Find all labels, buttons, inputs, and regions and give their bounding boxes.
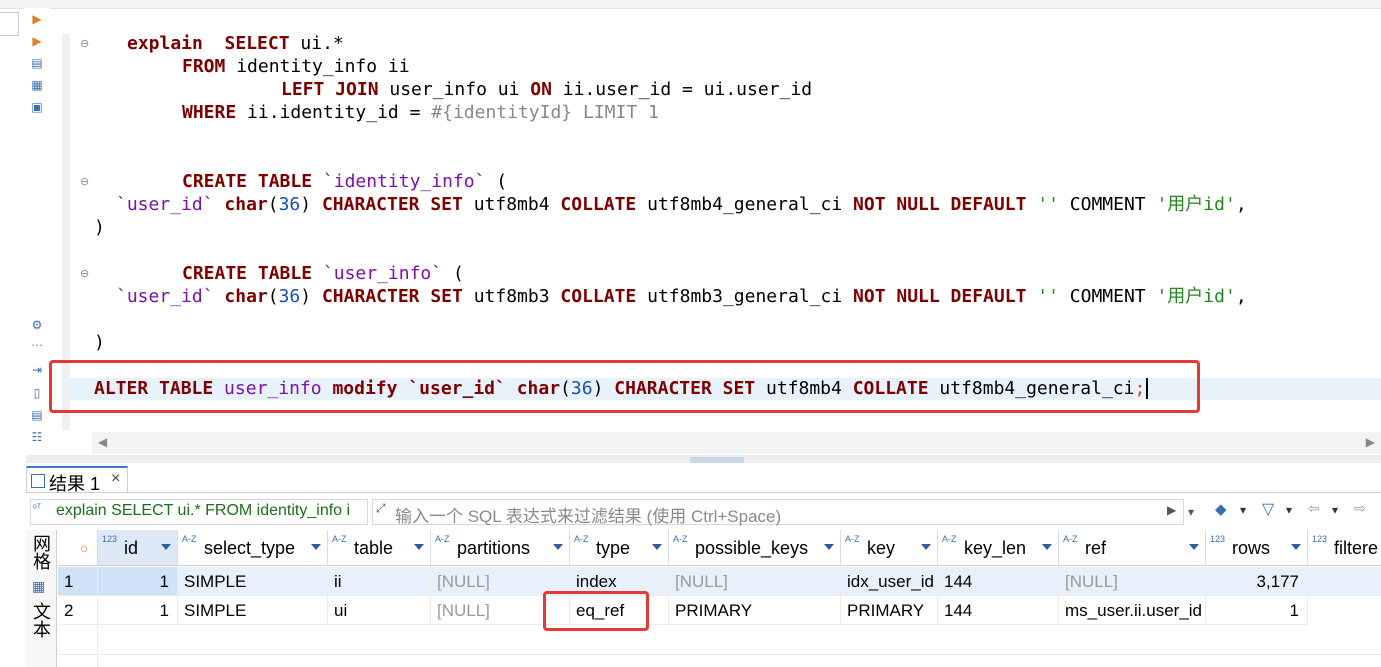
column-header-table[interactable]: A-Z table bbox=[328, 530, 431, 566]
column-header-possible-keys[interactable]: A-Z possible_keys bbox=[669, 530, 841, 566]
cell-id[interactable]: 1 bbox=[98, 567, 178, 596]
scroll-right-icon[interactable]: ▶ bbox=[1366, 435, 1375, 449]
code-line-1: explain SELECT ui.* bbox=[127, 33, 344, 54]
close-icon[interactable]: × bbox=[111, 470, 120, 488]
eraser-icon[interactable]: ◆ bbox=[1215, 500, 1227, 518]
code-line-9: `user_id` char(36) CHARACTER SET utf8mb3… bbox=[116, 286, 1247, 307]
eraser-menu-icon[interactable]: ▾ bbox=[1240, 503, 1246, 517]
cell-rows[interactable]: 1 bbox=[1206, 596, 1308, 625]
filter-dropdown-icon[interactable]: ▾ bbox=[1188, 505, 1194, 519]
back-menu-icon[interactable]: ▾ bbox=[1332, 503, 1338, 517]
cell-rows[interactable]: 3,177 bbox=[1206, 567, 1308, 596]
explain-icon[interactable]: ▦ bbox=[30, 78, 44, 92]
cell-ref[interactable]: [NULL] bbox=[1059, 567, 1206, 596]
cell-table[interactable]: ui bbox=[328, 596, 431, 625]
column-header-type[interactable]: A-Z type bbox=[570, 530, 669, 566]
layout-icon[interactable]: ☷ bbox=[30, 430, 44, 444]
editor-side-toolbar: ▶ ▶ ▤ ▦ ▣ ⚙ ⋯ ⇥ ▯ ▤ ☷ bbox=[24, 8, 50, 453]
code-line-8: CREATE TABLE `user_info` ( bbox=[182, 263, 464, 284]
column-header-select-type[interactable]: A-Z select_type bbox=[178, 530, 328, 566]
empty-row bbox=[58, 625, 1381, 655]
code-line-2: FROM identity_info ii bbox=[182, 56, 410, 77]
script-icon[interactable]: ▤ bbox=[30, 56, 44, 70]
sort-icon[interactable] bbox=[311, 544, 321, 550]
column-header-partitions[interactable]: A-Z partitions bbox=[431, 530, 570, 566]
fold-icon[interactable]: ⊖ bbox=[80, 38, 92, 50]
forward-icon[interactable]: ⇨ bbox=[1354, 500, 1366, 517]
console-icon[interactable]: ▣ bbox=[30, 100, 44, 114]
editor-horizontal-scrollbar[interactable]: ◀ ▶ bbox=[92, 432, 1381, 454]
sql-icon: ᵒᵀ bbox=[33, 503, 42, 514]
filter-icon[interactable]: ▽ bbox=[1262, 499, 1274, 519]
history-icon[interactable]: ▶ bbox=[1167, 503, 1176, 517]
sort-icon[interactable] bbox=[414, 544, 424, 550]
sort-icon[interactable] bbox=[824, 544, 834, 550]
column-header-key-len[interactable]: A-Z key_len bbox=[938, 530, 1059, 566]
scroll-left-icon[interactable]: ◀ bbox=[98, 435, 107, 449]
annotation-highlight-eq-ref bbox=[543, 591, 649, 631]
tab-text[interactable]: 文本 bbox=[31, 602, 51, 638]
view-mode-tabs: 网格 ▦ 文本 bbox=[26, 530, 57, 667]
annotation-highlight-alter bbox=[49, 360, 1200, 413]
row-number-divider bbox=[97, 567, 98, 667]
run-icon[interactable]: ▶ bbox=[30, 12, 44, 26]
sort-icon[interactable] bbox=[161, 544, 171, 550]
query-text-box[interactable]: ᵒᵀ explain SELECT ui.* FROM identity_inf… bbox=[30, 499, 368, 525]
sort-icon[interactable] bbox=[1189, 544, 1199, 550]
export-icon[interactable]: ⇥ bbox=[30, 363, 44, 377]
filter-placeholder: 输入一个 SQL 表达式来过滤结果 (使用 Ctrl+Space) bbox=[395, 507, 782, 526]
back-icon[interactable]: ⇦ bbox=[1308, 500, 1320, 517]
row-number-header: ○ bbox=[58, 530, 98, 566]
code-line-7: ) bbox=[94, 217, 105, 238]
settings-icon[interactable]: ⚙ bbox=[30, 318, 44, 332]
cell-id[interactable]: 1 bbox=[98, 596, 178, 625]
top-left-field[interactable] bbox=[0, 12, 19, 36]
sort-icon[interactable] bbox=[553, 544, 563, 550]
filter-input[interactable]: ⤢ 输入一个 SQL 表达式来过滤结果 (使用 Ctrl+Space) ▶ bbox=[372, 499, 1184, 526]
cell-key-len[interactable]: 144 bbox=[938, 596, 1059, 625]
cell-key-len[interactable]: 144 bbox=[938, 567, 1059, 596]
fold-icon[interactable]: ⊖ bbox=[80, 176, 92, 188]
column-header-id[interactable]: 123 id bbox=[98, 530, 178, 566]
cell-key[interactable]: idx_user_id bbox=[841, 567, 938, 596]
code-line-10: ) bbox=[94, 332, 105, 353]
more-icon[interactable]: ⋯ bbox=[30, 338, 44, 352]
row-number[interactable]: 1 bbox=[58, 567, 98, 596]
column-header-ref[interactable]: A-Z ref bbox=[1059, 530, 1206, 566]
cell-select-type[interactable]: SIMPLE bbox=[178, 596, 328, 625]
file-icon[interactable]: ▯ bbox=[30, 386, 44, 400]
sort-icon[interactable] bbox=[1042, 544, 1052, 550]
cell-possible-keys[interactable]: PRIMARY bbox=[669, 596, 841, 625]
tab-bar-line bbox=[26, 492, 1381, 493]
cell-key[interactable]: PRIMARY bbox=[841, 596, 938, 625]
sort-icon[interactable] bbox=[1291, 544, 1301, 550]
cell-ref[interactable]: ms_user.ii.user_id bbox=[1059, 596, 1206, 625]
tab-grid[interactable]: 网格 bbox=[31, 534, 51, 570]
cell-select-type[interactable]: SIMPLE bbox=[178, 567, 328, 596]
code-line-3: LEFT JOIN user_info ui ON ii.user_id = u… bbox=[281, 79, 813, 100]
code-line-4: WHERE ii.identity_id = #{identityId} LIM… bbox=[182, 102, 659, 123]
code-line-6: `user_id` char(36) CHARACTER SET utf8mb4… bbox=[116, 194, 1247, 215]
column-header-key[interactable]: A-Z key bbox=[841, 530, 938, 566]
tab-result-1[interactable]: 结果 1 × bbox=[26, 466, 128, 494]
row-number[interactable]: 2 bbox=[58, 596, 98, 625]
filter-menu-icon[interactable]: ▾ bbox=[1286, 503, 1292, 517]
sort-icon[interactable] bbox=[652, 544, 662, 550]
column-header-filtered[interactable]: 123 filtere bbox=[1308, 530, 1381, 566]
cell-possible-keys[interactable]: [NULL] bbox=[669, 567, 841, 596]
grid-view-icon[interactable]: ▦ bbox=[32, 578, 45, 595]
query-text: explain SELECT ui.* FROM identity_info i bbox=[56, 502, 351, 519]
run-new-tab-icon[interactable]: ▶ bbox=[30, 34, 44, 48]
document-icon[interactable]: ▤ bbox=[30, 408, 44, 422]
code-line-5: CREATE TABLE `identity_info` ( bbox=[182, 171, 508, 192]
sort-icon[interactable] bbox=[921, 544, 931, 550]
cell-table[interactable]: ii bbox=[328, 567, 431, 596]
expand-icon[interactable]: ⤢ bbox=[376, 501, 386, 516]
column-header-rows[interactable]: 123 rows bbox=[1206, 530, 1308, 566]
fold-icon[interactable]: ⊖ bbox=[80, 268, 92, 280]
grid-icon bbox=[31, 474, 45, 488]
